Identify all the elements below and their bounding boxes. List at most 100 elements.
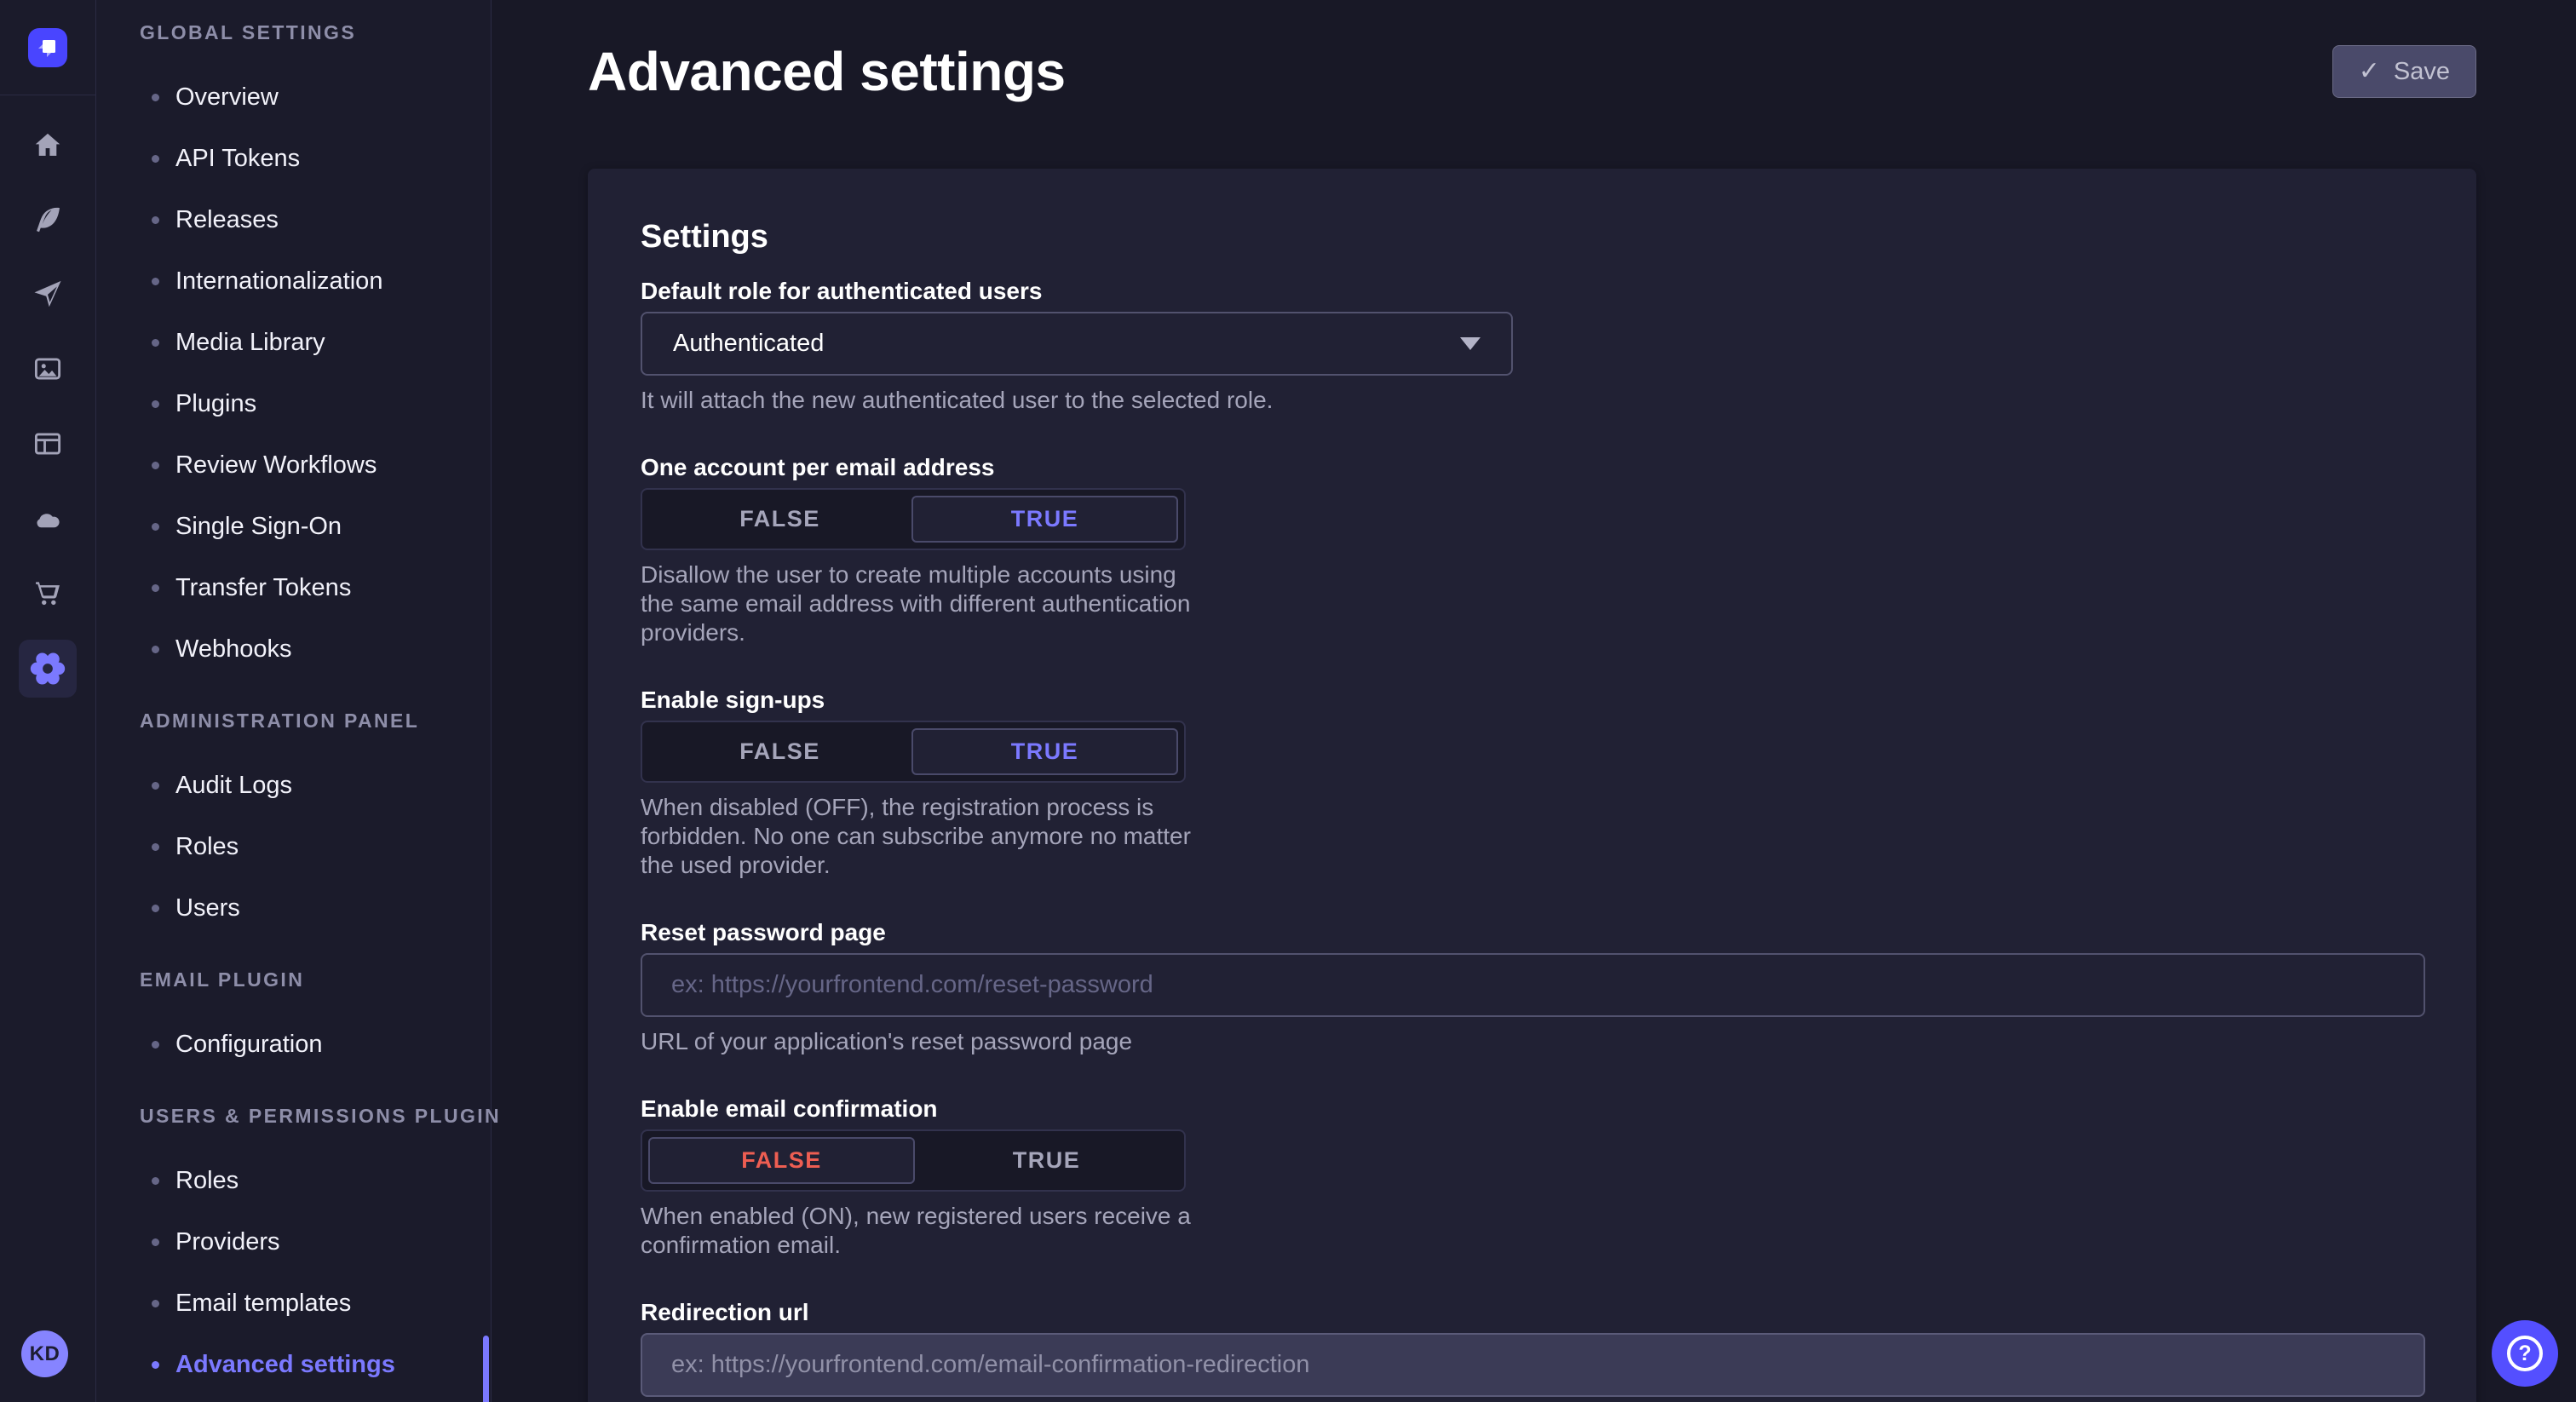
field-hint: When enabled (ON), new registered users … [641,1202,1210,1260]
bullet-icon [152,155,159,163]
sidebar-item-webhooks[interactable]: Webhooks [96,618,491,680]
bullet-icon [152,1177,159,1185]
field-label: Redirection url [641,1299,2424,1326]
sidebar-item-audit-logs[interactable]: Audit Logs [96,755,491,816]
sidebar-item-label: Review Workflows [175,451,377,480]
bullet-icon [152,216,159,224]
default-role-select[interactable]: Authenticated [641,312,1513,376]
layout-icon[interactable] [17,413,78,474]
toggle-option-true[interactable]: TRUE [915,1137,1178,1184]
sidebar-item-label: Email templates [175,1290,351,1318]
field-label: One account per email address [641,454,2424,481]
redirection-url-input[interactable] [641,1333,2425,1397]
sidebar-item-label: Internationalization [175,267,382,296]
help-button[interactable]: ? [2492,1320,2558,1387]
sidebar-item-label: Transfer Tokens [175,574,351,602]
help-icon: ? [2507,1336,2543,1371]
sidebar-item-media-library[interactable]: Media Library [96,312,491,373]
toggle-option-true[interactable]: TRUE [911,728,1178,775]
field-redirection-url: Redirection url [641,1299,2424,1397]
bullet-icon [152,646,159,653]
field-label: Enable sign-ups [641,687,2424,714]
field-reset-password-page: Reset password page URL of your applicat… [641,919,2424,1056]
avatar[interactable]: KD [21,1330,68,1377]
field-label: Enable email confirmation [641,1095,2424,1123]
sidebar-item-internationalization[interactable]: Internationalization [96,250,491,312]
enable-sign-ups-toggle: FALSE TRUE [641,721,1186,783]
sidebar-item-overview[interactable]: Overview [96,66,491,128]
field-enable-email-confirmation: Enable email confirmation FALSE TRUE Whe… [641,1095,2424,1260]
sidebar-item-up-roles[interactable]: Roles [96,1150,491,1211]
settings-sidebar: Global Settings Overview API Tokens Rele… [96,0,492,1402]
toggle-option-false[interactable]: FALSE [648,1137,915,1184]
section-title-global-settings: Global Settings [96,22,491,43]
settings-gear-icon[interactable] [19,640,77,698]
field-label: Default role for authenticated users [641,278,2424,305]
bullet-icon [152,905,159,912]
toggle-option-false[interactable]: FALSE [648,496,911,543]
section-administration-panel: Audit Logs Roles Users [96,755,491,939]
sidebar-item-label: API Tokens [175,145,300,173]
section-users-permissions-plugin: Roles Providers Email templates Advanced… [96,1150,491,1395]
page-header: Advanced settings ✓ Save [588,37,2476,106]
field-default-role: Default role for authenticated users Aut… [641,278,2424,415]
save-button-label: Save [2394,58,2450,86]
sidebar-item-providers[interactable]: Providers [96,1211,491,1273]
sidebar-item-review-workflows[interactable]: Review Workflows [96,434,491,496]
nav-rail-top [0,0,95,95]
feather-icon[interactable] [17,189,78,250]
sidebar-item-advanced-settings[interactable]: Advanced settings [96,1334,491,1395]
scrollbar-thumb[interactable] [483,1336,489,1402]
sidebar-item-api-tokens[interactable]: API Tokens [96,128,491,189]
page-title: Advanced settings [588,40,1066,103]
field-hint: Disallow the user to create multiple acc… [641,560,1210,647]
sidebar-item-admin-roles[interactable]: Roles [96,816,491,877]
sidebar-item-label: Media Library [175,329,325,357]
field-label: Reset password page [641,919,2424,946]
sidebar-item-label: Providers [175,1228,280,1256]
card-title: Settings [641,216,2424,257]
sidebar-item-label: Audit Logs [175,772,292,800]
reset-password-page-input[interactable] [641,953,2425,1017]
paper-plane-icon[interactable] [17,262,78,324]
bullet-icon [152,523,159,531]
media-library-icon[interactable] [17,338,78,399]
settings-card: Settings Default role for authenticated … [588,169,2476,1402]
field-hint: It will attach the new authenticated use… [641,386,2424,415]
sidebar-item-email-templates[interactable]: Email templates [96,1273,491,1334]
toggle-option-false[interactable]: FALSE [648,728,911,775]
bullet-icon [152,843,159,851]
sidebar-item-single-sign-on[interactable]: Single Sign-On [96,496,491,557]
field-enable-sign-ups: Enable sign-ups FALSE TRUE When disabled… [641,687,2424,880]
sidebar-item-admin-users[interactable]: Users [96,877,491,939]
select-value: Authenticated [673,330,824,358]
main-content: Advanced settings ✓ Save Settings Defaul… [492,0,2576,1402]
strapi-logo-icon [35,35,60,60]
bullet-icon [152,584,159,592]
bullet-icon [152,782,159,790]
sidebar-item-label: Plugins [175,390,256,418]
sidebar-item-transfer-tokens[interactable]: Transfer Tokens [96,557,491,618]
sidebar-item-label: Single Sign-On [175,513,342,541]
section-title-users-permissions-plugin: Users & Permissions plugin [96,1106,491,1126]
bullet-icon [152,339,159,347]
sidebar-item-label: Roles [175,833,239,861]
sidebar-item-plugins[interactable]: Plugins [96,373,491,434]
home-icon[interactable] [17,115,78,176]
cart-icon[interactable] [17,562,78,623]
cloud-icon[interactable] [17,488,78,549]
sidebar-item-label: Configuration [175,1031,323,1059]
field-one-account-per-email: One account per email address FALSE TRUE… [641,454,2424,647]
bullet-icon [152,94,159,101]
strapi-logo[interactable] [28,28,67,67]
toggle-option-true[interactable]: TRUE [911,496,1178,543]
sidebar-item-email-configuration[interactable]: Configuration [96,1014,491,1075]
bullet-icon [152,1300,159,1307]
sidebar-item-label: Advanced settings [175,1351,395,1379]
section-title-administration-panel: Administration Panel [96,710,491,731]
sidebar-item-releases[interactable]: Releases [96,189,491,250]
save-button[interactable]: ✓ Save [2332,45,2476,98]
field-hint: When disabled (OFF), the registration pr… [641,793,1210,880]
bullet-icon [152,1238,159,1246]
one-account-toggle: FALSE TRUE [641,488,1186,550]
